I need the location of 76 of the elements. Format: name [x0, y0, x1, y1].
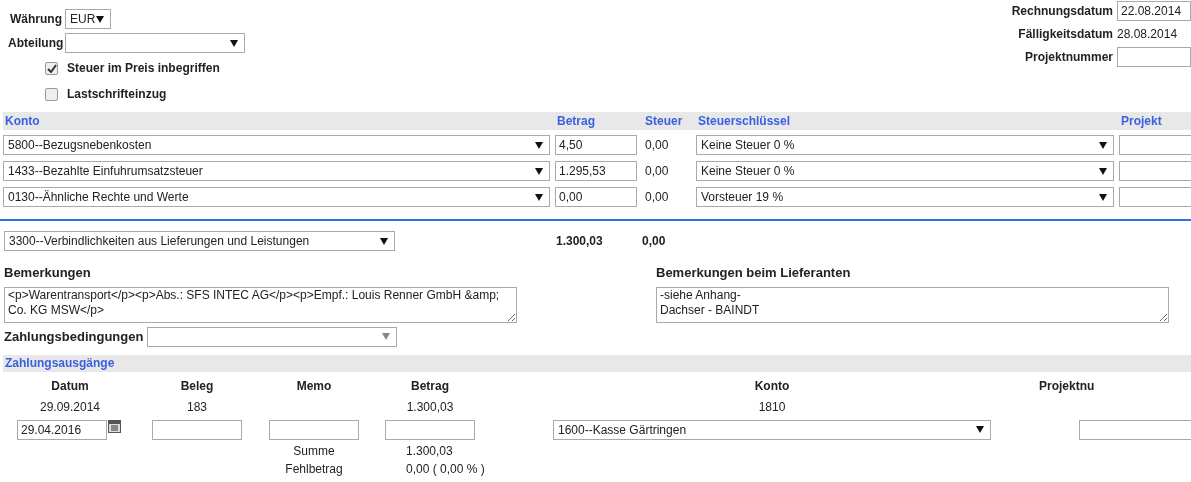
input-field[interactable]	[1119, 187, 1191, 207]
caret-icon	[1099, 167, 1107, 175]
table-cell: 183	[187, 399, 207, 414]
checkbox-label: Steuer im Preis inbegriffen	[67, 60, 220, 77]
input-field[interactable]	[1079, 419, 1191, 440]
input-field[interactable]: 1.295,53	[555, 161, 637, 181]
caret-icon	[535, 167, 543, 175]
input-field[interactable]	[1117, 47, 1191, 67]
dropdown[interactable]: 0130--Ähnliche Rechte und Werte	[3, 187, 550, 207]
caret-icon	[230, 39, 238, 47]
input-field[interactable]: 22.08.2014	[1117, 1, 1191, 21]
table-cell: 0,00	[645, 190, 669, 204]
table-cell: 0,00	[645, 138, 669, 152]
input-field[interactable]	[1119, 135, 1191, 155]
column-header: Steuer	[645, 114, 683, 128]
table-cell: 0,00	[645, 164, 669, 178]
dropdown[interactable]	[147, 326, 398, 347]
column-header: Projektnu	[1039, 378, 1095, 393]
section-label: Bemerkungen	[4, 264, 92, 282]
column-header: Datum	[51, 378, 89, 393]
column-header: Betrag	[411, 378, 449, 393]
dropdown[interactable]: Keine Steuer 0 %	[696, 161, 1114, 181]
input-field[interactable]	[152, 419, 242, 440]
dropdown[interactable]	[65, 33, 245, 53]
column-header: Betrag	[557, 114, 595, 128]
caret-icon	[535, 141, 543, 149]
input-field[interactable]: 0,00	[555, 187, 637, 207]
field-label: Rechnungsdatum	[1010, 3, 1113, 20]
summary-value: 1.300,03	[406, 443, 453, 458]
checkbox[interactable]	[45, 61, 58, 75]
checkbox-label: Lastschrifteinzug	[67, 86, 167, 103]
table-cell: 29.09.2014	[39, 399, 101, 414]
table-cell: 1810	[758, 399, 786, 414]
caret-icon	[380, 237, 388, 245]
section-title: Zahlungsausgänge	[5, 355, 115, 372]
caret-icon	[535, 193, 543, 201]
caret-icon	[1099, 141, 1107, 149]
column-header: Steuerschlüssel	[698, 114, 791, 128]
field-value: 28.08.2014	[1117, 26, 1179, 43]
input-field[interactable]	[269, 419, 359, 440]
dropdown[interactable]: 5800--Bezugsnebenkosten	[3, 135, 550, 155]
caret-icon	[1099, 193, 1107, 201]
input-field[interactable]	[1119, 161, 1191, 181]
text-area[interactable]: <p>Warentransport</p><p>Abs.: SFS INTEC AG</p><p>Empf.: Louis Renner GmbH &amp; Co. KG MSW</p>	[4, 286, 517, 323]
dropdown[interactable]: Keine Steuer 0 %	[696, 135, 1114, 155]
column-header: Beleg	[180, 378, 214, 393]
dropdown[interactable]: 1600--Kasse Gärtringen	[553, 419, 991, 440]
column-header: Konto	[754, 378, 790, 393]
field-label: Fälligkeitsdatum	[1017, 26, 1113, 43]
total-amount: 1.300,03	[556, 233, 604, 250]
summary-value: 0,00 ( 0,00 % )	[406, 461, 485, 476]
dropdown[interactable]: EUR	[65, 9, 111, 29]
field-label: Projektnummer	[1023, 49, 1113, 66]
input-field[interactable]: 4,50	[555, 135, 637, 155]
summary-label: Fehlbetrag	[285, 461, 343, 476]
table-cell: 1.300,03	[406, 399, 454, 414]
field-label: Abteilung	[8, 35, 62, 52]
total-tax: 0,00	[642, 233, 666, 250]
text-area[interactable]: -siehe Anhang- Dachser - BAINDT	[656, 286, 1169, 323]
checkbox[interactable]	[45, 87, 58, 101]
dropdown[interactable]: 3300--Verbindlichkeiten aus Lieferungen und Leistungen	[4, 231, 395, 251]
dropdown[interactable]: Vorsteuer 19 %	[696, 187, 1114, 207]
caret-icon	[382, 333, 391, 340]
dropdown[interactable]: 1433--Bezahlte Einfuhrumsatzsteuer	[3, 161, 550, 181]
caret-icon	[96, 15, 104, 23]
column-header: Projekt	[1121, 114, 1162, 128]
field-label: Zahlungsbedingungen	[4, 327, 144, 346]
summary-label: Summe	[293, 443, 335, 458]
column-header: Konto	[5, 114, 40, 128]
input-field[interactable]: 29.04.2016	[17, 419, 107, 440]
column-header: Memo	[296, 378, 332, 393]
field-label: Währung	[9, 11, 62, 28]
input-field[interactable]	[385, 419, 475, 440]
calendar-icon[interactable]	[108, 419, 121, 433]
caret-icon	[976, 426, 984, 433]
section-label: Bemerkungen beim Lieferanten	[656, 264, 852, 282]
